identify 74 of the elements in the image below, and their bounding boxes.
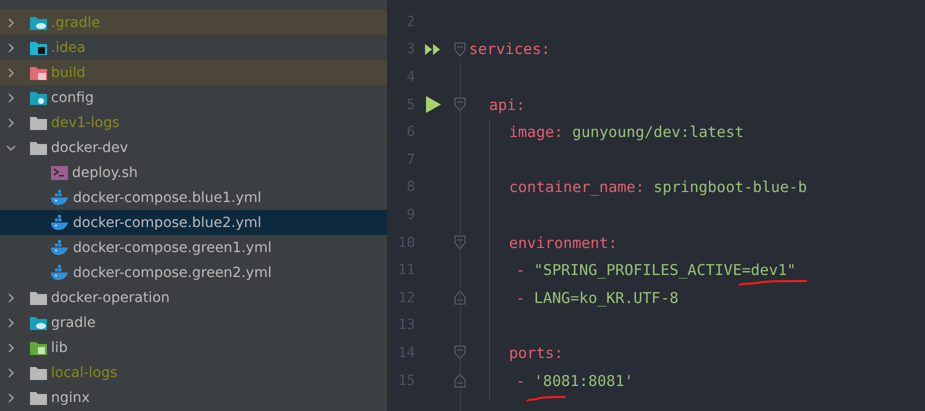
yaml-key: api:	[489, 96, 526, 114]
folder-icon	[30, 366, 47, 380]
tree-item[interactable]: docker-compose.green2.yml	[0, 260, 387, 285]
tree-item[interactable]: docker-dev	[0, 135, 387, 160]
chevron-icon[interactable]	[6, 342, 16, 352]
item-name: build	[51, 64, 86, 80]
list-dash: -	[516, 261, 526, 280]
folder-icon	[30, 90, 47, 104]
chevron-icon[interactable]	[6, 292, 16, 302]
chevron-icon[interactable]	[6, 142, 16, 152]
yaml-key: services:	[469, 40, 550, 58]
item-name: dev1-logs	[51, 114, 120, 130]
chevron-icon[interactable]	[6, 42, 16, 52]
yaml-key: ports:	[509, 344, 564, 362]
item-name: .gradle	[51, 14, 100, 30]
tree-item[interactable]: docker-compose.blue1.yml	[0, 185, 387, 210]
whale-icon	[51, 215, 69, 230]
item-name: docker-dev	[51, 140, 128, 156]
tree-item[interactable]: nginx	[0, 385, 387, 410]
tree-item[interactable]: gradle	[0, 310, 387, 335]
folder-icon	[30, 16, 47, 30]
yaml-value: springboot-blue-b	[653, 178, 807, 196]
item-name: .idea	[51, 40, 86, 56]
yaml-key: environment:	[509, 234, 618, 252]
item-name: nginx	[51, 390, 90, 406]
yaml-value: gunyoung/dev:latest	[572, 123, 744, 142]
yaml-value: "SPRING_PROFILES_ACTIVE=dev1"	[534, 261, 796, 280]
folder-icon	[30, 40, 47, 54]
chevron-icon[interactable]	[6, 18, 16, 28]
chevron-icon[interactable]	[6, 392, 16, 402]
item-name: docker-compose.blue2.yml	[73, 214, 262, 230]
tree-item[interactable]: lib	[0, 335, 387, 360]
chevron-icon[interactable]	[6, 318, 16, 328]
item-name: docker-compose.blue1.yml	[73, 190, 262, 206]
item-name: config	[51, 90, 94, 106]
whale-icon	[51, 240, 69, 255]
tree-item[interactable]: config	[0, 85, 387, 110]
folder-icon	[30, 390, 47, 404]
yaml-key: image:	[509, 123, 564, 142]
folder-icon	[30, 140, 47, 154]
folder-icon	[30, 316, 47, 330]
whale-icon	[51, 265, 69, 280]
item-name: lib	[51, 340, 68, 356]
yaml-value: LANG=ko_KR.UTF-8	[534, 288, 679, 307]
chevron-icon[interactable]	[6, 368, 16, 378]
item-name: local-logs	[51, 364, 118, 380]
chevron-icon[interactable]	[6, 118, 16, 128]
tree-item[interactable]: local-logs	[0, 360, 387, 385]
folder-icon	[30, 66, 47, 80]
run-icon[interactable]	[426, 96, 440, 114]
tree-item[interactable]: dev1-logs	[0, 110, 387, 135]
whale-icon	[51, 190, 69, 205]
tree-item[interactable]: deploy.sh	[0, 160, 387, 185]
run-all-icon[interactable]	[425, 44, 441, 55]
chevron-icon[interactable]	[6, 92, 16, 102]
item-name: docker-operation	[51, 290, 170, 306]
tree-item[interactable]: .idea	[0, 35, 387, 60]
chevron-icon[interactable]	[6, 68, 16, 78]
tree-item[interactable]: docker-operation	[0, 285, 387, 310]
folder-icon	[30, 290, 47, 304]
folder-icon	[30, 116, 47, 130]
item-name: gradle	[51, 314, 96, 330]
fold-icon[interactable]	[454, 42, 466, 57]
yaml-key: container_name:	[509, 178, 644, 196]
terminal-file-icon	[51, 166, 68, 180]
tree-item[interactable]: docker-compose.green1.yml	[0, 235, 387, 260]
folder-icon	[30, 340, 47, 354]
tree-item[interactable]: docker-compose.blue2.yml	[0, 210, 387, 235]
item-name: deploy.sh	[72, 164, 138, 180]
list-dash: -	[516, 372, 526, 390]
yaml-value: '8081:8081'	[534, 372, 634, 390]
item-name: docker-compose.green2.yml	[73, 264, 272, 280]
item-name: docker-compose.green1.yml	[73, 240, 272, 256]
list-dash: -	[516, 288, 526, 307]
